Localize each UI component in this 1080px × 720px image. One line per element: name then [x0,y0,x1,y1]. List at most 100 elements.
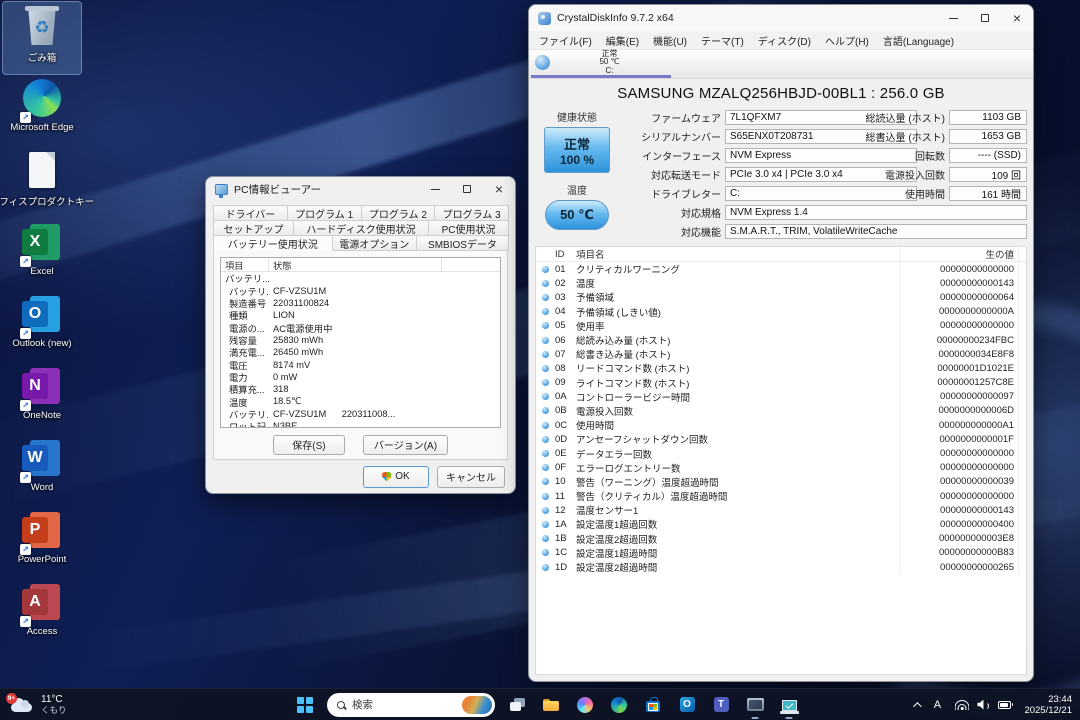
search-box[interactable]: 検索 [327,693,495,717]
smart-row-05[interactable]: 05使用率00000000000000 [536,319,1026,333]
smart-row-1A[interactable]: 1A設定温度1超過回数00000000000400 [536,517,1026,531]
version-button[interactable]: バージョン(A) [363,435,448,455]
temperature-pill[interactable]: 50 ℃ [545,200,609,230]
ime-mode-indicator[interactable]: A [927,699,947,711]
smart-row-0C[interactable]: 0C使用時間000000000000A1 [536,418,1026,432]
taskbar-icon-file-explorer[interactable] [536,691,566,719]
maximize-button[interactable] [969,5,1001,31]
menu-item-2[interactable]: 機能(U) [646,31,694,49]
taskbar-icon-microsoft-store[interactable] [638,691,668,719]
pcinfo-titlebar[interactable]: PC情報ビューアー × [206,177,515,201]
tab-プログラム 1[interactable]: プログラム 1 [287,205,362,221]
smart-row-1D[interactable]: 1D設定温度2超過時間00000000000265 [536,560,1026,574]
list-item-6[interactable]: 満充電...26450 mWh [221,346,500,358]
list-item-9[interactable]: 積算充...318 [221,383,500,395]
column-header-state[interactable]: 状態 [269,258,442,271]
smart-row-03[interactable]: 03予備領域00000000000064 [536,290,1026,304]
taskbar-icon-copilot[interactable] [570,691,600,719]
smart-row-01[interactable]: 01クリティカルワーニング00000000000000 [536,262,1026,276]
field-value[interactable]: 1653 GB [949,129,1027,144]
smart-row-0A[interactable]: 0Aコントローラービジー時間00000000000097 [536,390,1026,404]
taskbar-icon-support-tool[interactable] [740,691,770,719]
desktop-icon-office-product-key[interactable]: オフィスプロダクトキー [3,146,81,218]
menu-item-4[interactable]: ディスク(D) [751,31,818,49]
list-item-3[interactable]: 種類LION [221,309,500,321]
tab-プログラム 3[interactable]: プログラム 3 [434,205,509,221]
tab-ドライバー[interactable]: ドライバー [213,205,288,221]
smart-row-1C[interactable]: 1C設定温度1超過時間00000000000B83 [536,546,1026,560]
smart-row-06[interactable]: 06総読み込み量 (ホスト)00000000234FBC [536,333,1026,347]
taskbar-icon-pc-info-viewer[interactable] [774,691,804,719]
field-value[interactable]: 109 回 [949,167,1027,182]
tab-プログラム 2[interactable]: プログラム 2 [361,205,436,221]
maximize-button[interactable] [451,177,483,201]
cdi-titlebar[interactable]: CrystalDiskInfo 9.7.2 x64 × [529,5,1033,31]
minimize-button[interactable] [937,5,969,31]
smart-row-0B[interactable]: 0B電源投入回数0000000000006D [536,404,1026,418]
column-header-item[interactable]: 項目 [221,258,269,271]
smart-row-04[interactable]: 04予備領域 (しきい値)0000000000000A [536,305,1026,319]
smart-row-11[interactable]: 11警告（クリティカル）温度超過時間00000000000000 [536,489,1026,503]
desktop-icon-outlook[interactable]: O↗Outlook (new) [3,290,81,362]
list-item-4[interactable]: 電源の...AC電源使用中 [221,321,500,333]
hidden-icons-chevron-icon[interactable] [905,689,927,720]
minimize-button[interactable] [419,177,451,201]
cancel-button[interactable]: キャンセル [437,466,505,488]
smart-row-07[interactable]: 07総書き込み量 (ホスト)0000000034E8F8 [536,347,1026,361]
list-item-12[interactable]: ロット記...N3BE [221,420,500,428]
close-button[interactable]: × [1001,5,1033,31]
disk-tab-c[interactable]: 正常 50 ℃ C: [531,50,671,78]
tab-ハードディスク使用状況[interactable]: ハードディスク使用状況 [293,220,429,236]
menu-item-3[interactable]: テーマ(T) [694,31,751,49]
weather-widget[interactable]: 9+ 11°C くもり [0,689,77,720]
smart-row-12[interactable]: 12温度センサー100000000000143 [536,503,1026,517]
smart-row-0D[interactable]: 0Dアンセーフシャットダウン回数0000000000001F [536,432,1026,446]
tray-status-icons[interactable] [947,700,1019,710]
desktop-icon-excel[interactable]: X↗Excel [3,218,81,290]
list-item-0[interactable]: バッテリ... [221,272,500,284]
save-button[interactable]: 保存(S) [273,435,345,455]
field-value[interactable]: S.M.A.R.T., TRIM, VolatileWriteCache [725,224,1027,239]
taskbar-icon-outlook[interactable]: O [672,691,702,719]
tab-PC使用状況[interactable]: PC使用状況 [428,220,509,236]
tab-セットアップ[interactable]: セットアップ [213,220,294,236]
taskbar-icon-edge[interactable] [604,691,634,719]
field-value[interactable]: ---- (SSD) [949,148,1027,163]
desktop-icon-onenote[interactable]: N↗OneNote [3,362,81,434]
desktop-icon-access[interactable]: A↗Access [3,578,81,650]
desktop-icon-word[interactable]: W↗Word [3,434,81,506]
menu-item-1[interactable]: 編集(E) [599,31,646,49]
menu-item-0[interactable]: ファイル(F) [532,31,599,49]
taskbar-icon-task-view[interactable] [502,691,532,719]
menu-item-6[interactable]: 言語(Language) [876,31,961,49]
close-button[interactable]: × [483,177,515,201]
list-item-11[interactable]: バッテリ...CF-VZSU1M 220311008... [221,408,500,420]
field-value[interactable]: 1103 GB [949,110,1027,125]
list-item-7[interactable]: 電圧8174 mV [221,358,500,370]
smart-row-02[interactable]: 02温度00000000000143 [536,276,1026,290]
list-item-5[interactable]: 残容量25830 mWh [221,334,500,346]
tab-電源オプション[interactable]: 電源オプション [332,235,417,251]
tab-バッテリー使用状況[interactable]: バッテリー使用状況 [213,235,333,251]
desktop-icon-powerpoint[interactable]: P↗PowerPoint [3,506,81,578]
taskbar-icon-teams[interactable]: T [706,691,736,719]
menu-item-5[interactable]: ヘルプ(H) [818,31,876,49]
smart-row-08[interactable]: 08リードコマンド数 (ホスト)00000001D1021E [536,361,1026,375]
clock[interactable]: 23:44 2025/12/21 [1019,694,1072,716]
health-status-button[interactable]: 正常 100 % [544,127,610,173]
field-value[interactable]: NVM Express 1.4 [725,205,1027,220]
smart-row-1B[interactable]: 1B設定温度2超過回数000000000003E8 [536,532,1026,546]
desktop-icon-recycle-bin[interactable]: ♻ごみ箱 [3,2,81,74]
smart-row-0F[interactable]: 0Fエラーログエントリー数00000000000000 [536,461,1026,475]
list-item-10[interactable]: 温度18.5℃ [221,395,500,407]
desktop-icon-edge[interactable]: ↗Microsoft Edge [3,74,81,146]
smart-row-0E[interactable]: 0Eデータエラー回数00000000000000 [536,446,1026,460]
smart-row-09[interactable]: 09ライトコマンド数 (ホスト)00000001257C8E [536,376,1026,390]
tab-SMBIOSデータ[interactable]: SMBIOSデータ [416,235,509,251]
smart-row-10[interactable]: 10警告（ワーニング）温度超過時間00000000000039 [536,475,1026,489]
start-button[interactable] [288,689,322,720]
ok-button[interactable]: OK [363,466,429,488]
list-item-1[interactable]: バッテリ...CF-VZSU1M [221,284,500,296]
list-item-8[interactable]: 電力0 mW [221,371,500,383]
battery-listview[interactable]: 項目 状態 バッテリ...バッテリ...CF-VZSU1M製造番号2203110… [220,257,501,428]
